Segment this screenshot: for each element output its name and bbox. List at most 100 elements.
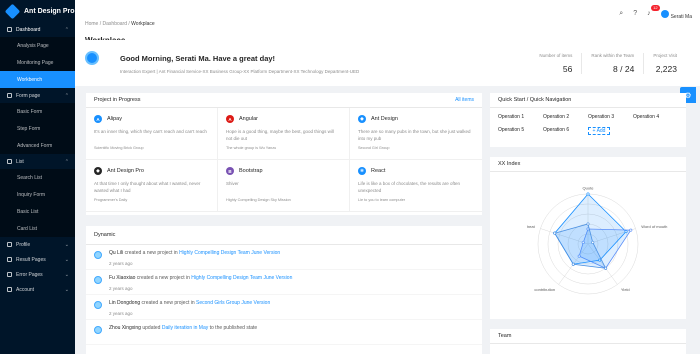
project-cell[interactable]: B Bootstrap Shiver Highly Compelling Design… [218, 160, 350, 212]
menu-icon [7, 159, 12, 164]
project-name[interactable]: Angular [239, 116, 258, 122]
sidebar-group-list[interactable]: List ⌃ [0, 154, 75, 169]
project-name[interactable]: Ant Design Pro [107, 168, 144, 174]
project-description: Hope is a good thing, maybe the best, go… [226, 129, 334, 141]
project-name[interactable]: Alipay [107, 116, 122, 122]
project-title: ◆ Ant Design Pro [94, 167, 209, 175]
project-logo-icon: ⚛ [358, 167, 366, 175]
activity-link[interactable]: Highly Compelling Design Team June Versi… [191, 275, 292, 281]
quicknav-link[interactable]: Operation 6 [543, 127, 588, 135]
activity-line: Qu Lili created a new project in Highly … [109, 250, 474, 256]
project-group[interactable]: Second Girl Group [358, 146, 474, 150]
project-logo-icon: B [226, 167, 234, 175]
activity-link[interactable]: Second Girls Group June Version [196, 300, 270, 306]
radar-axis-label: Word of mouth [641, 224, 667, 229]
team-title: Team [498, 333, 512, 339]
radar-point [591, 240, 595, 244]
activity-action: created a new project in [124, 250, 178, 256]
quicknav-card: Quick Start / Quick Navigation Operation… [490, 93, 686, 147]
sidebar-item-card-list[interactable]: Card List [0, 220, 75, 237]
project-logo-icon: ◆ [358, 115, 366, 123]
project-group[interactable]: Highly Compelling Design Sky Mission [226, 198, 341, 202]
list-item: Lin Dongdong created a new project in Se… [86, 295, 482, 320]
radar-point [571, 262, 575, 266]
project-group[interactable]: Lie to you to learn computer [358, 198, 474, 202]
project-grid: A Alipay It's an inner thing, which they c… [86, 108, 482, 212]
sidebar-group-form-page[interactable]: Form page ⌃ [0, 88, 75, 103]
chevron-up-icon: ⌃ [64, 92, 69, 99]
project-cell[interactable]: A Alipay It's an inner thing, which they c… [86, 108, 218, 160]
radar-point [586, 222, 590, 226]
project-name[interactable]: Ant Design [371, 116, 398, 122]
activity-user[interactable]: Zhou Xingxing [109, 325, 141, 331]
notification-badge: 12 [651, 5, 660, 11]
project-description: There are so many pubs in the town, but … [358, 129, 471, 141]
project-cell[interactable]: ◆ Ant Design Pro At that time I only thoug… [86, 160, 218, 212]
quicknav-title: Quick Start / Quick Navigation [498, 97, 572, 103]
dynamic-title: Dynamic [94, 232, 116, 238]
activity-line: Lin Dongdong created a new project in Se… [109, 300, 474, 306]
activity-user[interactable]: Qu Lili [109, 250, 123, 256]
project-name[interactable]: Bootstrap [239, 168, 263, 174]
project-group[interactable]: Scientific Moving Brick Group [94, 146, 209, 150]
sidebar-item-basic-form[interactable]: Basic Form [0, 103, 75, 120]
sidebar-item-step-form[interactable]: Step Form [0, 120, 75, 137]
sidebar-group-error-pages[interactable]: Error Pages ⌄ [0, 267, 75, 282]
chevron-down-icon: ⌄ [64, 286, 69, 293]
activity-link[interactable]: Highly Compelling Design Team June Versi… [179, 250, 280, 256]
logo[interactable]: Ant Design Pro [0, 0, 75, 22]
activity-time: 2 years ago [109, 261, 133, 266]
project-description: It's an inner thing, which they can't re… [94, 129, 207, 134]
radar-point [604, 266, 608, 270]
sidebar-item-monitoring-page[interactable]: Monitoring Page [0, 54, 75, 71]
avatar [94, 251, 102, 259]
all-items-link[interactable]: All items [455, 97, 474, 103]
sidebar-item-search-list[interactable]: Search List [0, 169, 75, 186]
project-group[interactable]: The whole group is Wu Yanzu [226, 146, 341, 150]
list-item: Fu Xiaoxiao created a new project in Hig… [86, 270, 482, 295]
project-cell[interactable]: ◆ Ant Design There are so many pubs in the… [350, 108, 482, 160]
radar-point [553, 231, 557, 235]
sidebar-group-label: Account [16, 286, 35, 293]
sidebar-group-dashboard[interactable]: Dashboard ⌃ [0, 22, 75, 37]
project-group[interactable]: Programmer's Daily [94, 198, 209, 202]
quicknav-list: Operation 1 Operation 2 Operation 3 Operati… [490, 108, 686, 141]
avatar [94, 326, 102, 334]
avatar [94, 301, 102, 309]
sidebar-item-basic-list[interactable]: Basic List [0, 203, 75, 220]
project-name[interactable]: React [371, 168, 385, 174]
quicknav-link[interactable]: Operation 4 [633, 114, 678, 120]
sidebar-group-profile[interactable]: Profile ⌄ [0, 237, 75, 252]
breadcrumb-dashboard[interactable]: Dashboard [103, 21, 127, 27]
quicknav-link[interactable]: Operation 2 [543, 114, 588, 120]
sidebar-group-result-pages[interactable]: Result Pages ⌄ [0, 252, 75, 267]
avatar [660, 9, 669, 18]
project-description: Shiver [226, 181, 239, 186]
radar-axis-label: heat [527, 224, 536, 229]
sidebar-group-label: Profile [16, 241, 31, 248]
user-info-text: Interaction Expert | Ant Financial Servi… [120, 69, 360, 74]
greeting-text: Good Morning, Serati Ma. Have a great da… [120, 54, 276, 63]
project-cell[interactable]: ⚛ React Life is like a box of chocolates, … [350, 160, 482, 212]
activity-user[interactable]: Fu Xiaoxiao [109, 275, 135, 281]
radar-axis-label: Yield [621, 287, 630, 292]
project-cell[interactable]: A Angular Hope is a good thing, maybe the … [218, 108, 350, 160]
sidebar-group-account[interactable]: Account ⌄ [0, 282, 75, 297]
quicknav-link[interactable]: Operation 5 [498, 127, 543, 135]
quicknav-link[interactable]: Operation 3 [588, 114, 633, 120]
chevron-down-icon: ⌄ [64, 241, 69, 248]
radar-chart: Quote Word of mouth Yield contribution heat [527, 186, 667, 295]
breadcrumb-home[interactable]: Home [85, 21, 98, 27]
quicknav-link[interactable]: Operation 1 [498, 114, 543, 120]
sidebar-item-advanced-form[interactable]: Advanced Form [0, 137, 75, 154]
sidebar-submenu: Basic Form Step Form Advanced Form [0, 103, 75, 154]
dynamic-card: Dynamic Qu Lili created a new project in… [86, 226, 482, 354]
activity-user[interactable]: Lin Dongdong [109, 300, 140, 306]
sidebar-item-workbench[interactable]: Workbench [0, 71, 75, 88]
activity-line: Fu Xiaoxiao created a new project in Hig… [109, 275, 474, 281]
sidebar-item-analysis-page[interactable]: Analysis Page [0, 37, 75, 54]
app-title: Ant Design Pro [24, 7, 75, 15]
activity-link[interactable]: Daily iteration in May [162, 325, 208, 331]
sidebar-item-inquiry-form[interactable]: Inquiry Form [0, 186, 75, 203]
add-shortcut-button[interactable]: + Add [588, 127, 610, 135]
